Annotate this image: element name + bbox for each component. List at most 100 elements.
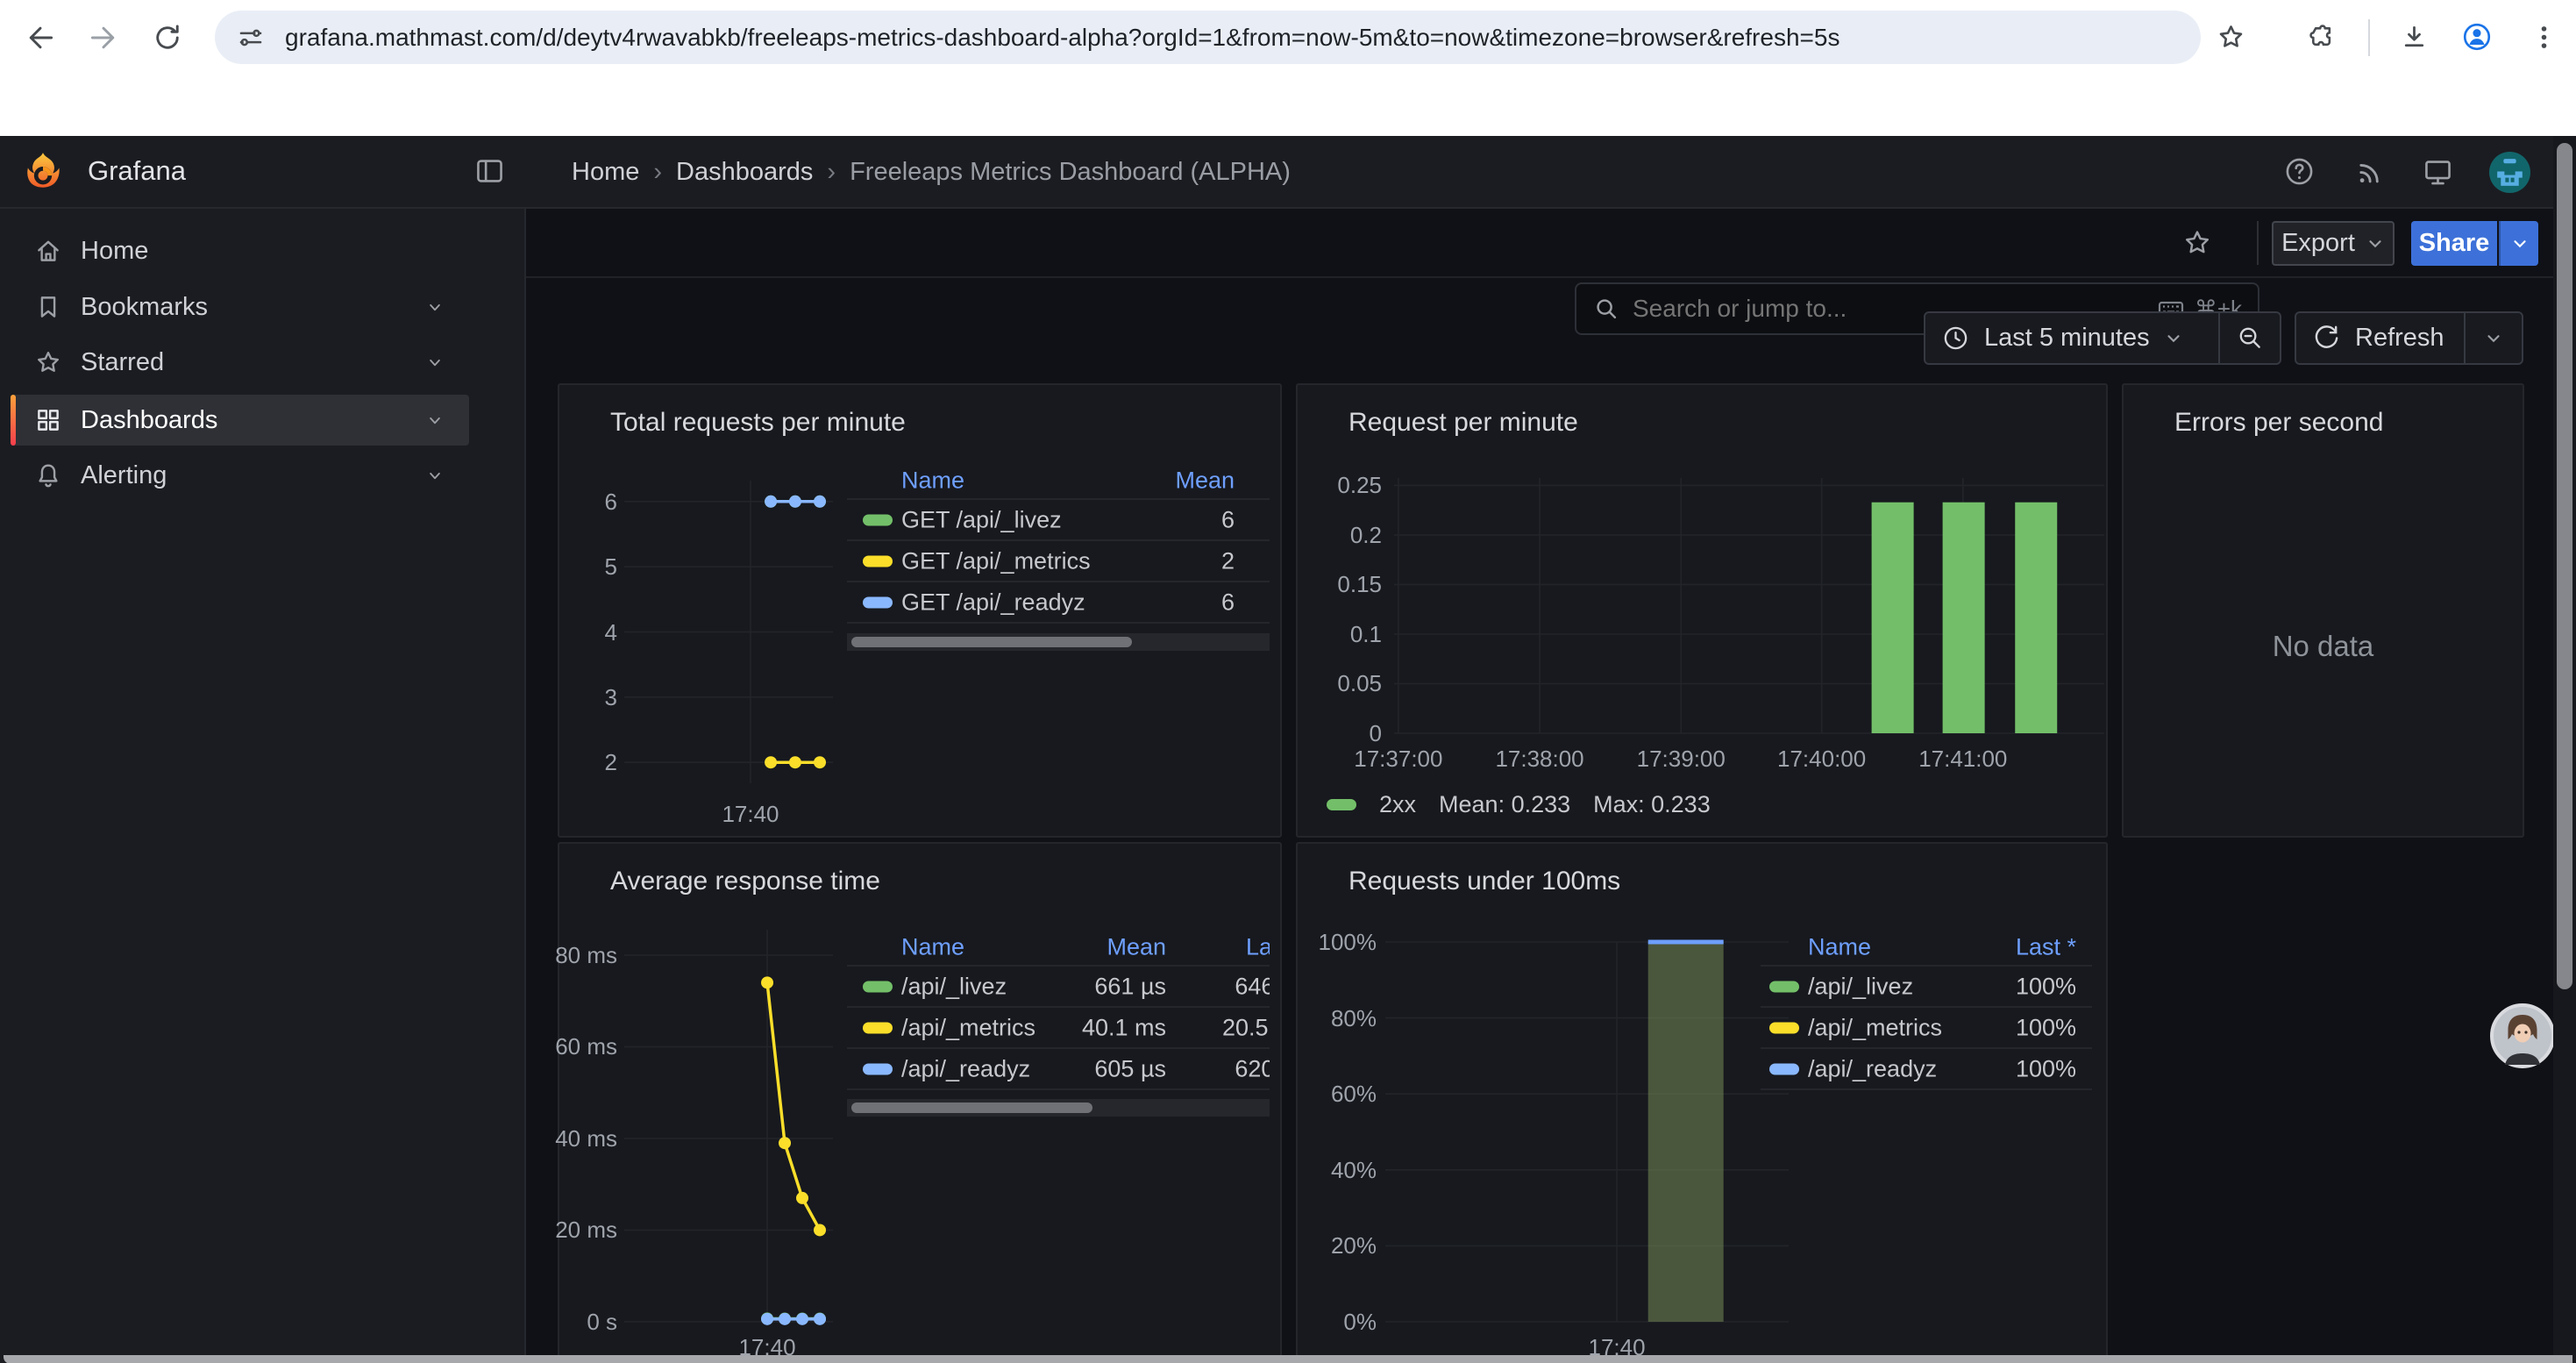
x-tick-label: 17:41:00 [1875,746,2051,773]
y-tick-label: 2 [477,749,617,776]
legend-cell-last: 20.5 ms [1149,1014,1270,1041]
chart-p5 [1385,942,1789,1322]
y-tick-label: 60 ms [477,1033,617,1060]
legend-cell-name: /api/_livez [901,973,1007,1000]
chart-p4 [624,930,833,1326]
bar [1648,942,1724,1322]
legend-cell-mean: 661 µs [1008,973,1166,1000]
legend-cell-name: GET /api/_metrics [901,547,1091,574]
y-tick-label: 0.05 [1242,670,1382,697]
legend-series-label: 2xx [1379,791,1416,818]
legend-row[interactable]: GET /api/_metrics2 [847,541,1270,582]
legend-row[interactable]: GET /api/_readyz6 [847,582,1270,624]
legend-cell-mean: 2 [1077,547,1235,574]
legend-cell-name: /api/_livez [1808,973,1913,1000]
data-point [761,976,773,988]
bar [2015,503,2057,733]
data-point [765,756,777,768]
legend-cell-name: GET /api/_readyz [901,589,1085,616]
floating-assistant-avatar[interactable] [2490,1003,2555,1068]
data-point [796,1313,808,1325]
legend-row[interactable]: /api/_metrics100% [1761,1008,2092,1049]
series-color-chip [1769,1063,1799,1074]
y-tick-label: 0 s [477,1309,617,1336]
y-tick-label: 20% [1236,1232,1377,1260]
column-header[interactable]: Name [901,467,964,495]
legend-table-p5: NameLast */api/_livez100%/api/_metrics10… [1761,930,2092,1090]
legend-cell-last: 100% [1918,1055,2076,1082]
legend-row[interactable]: /api/_readyz605 µs620 µs [847,1049,1270,1090]
series-color-chip [1769,981,1799,992]
series-color-chip [863,1063,893,1074]
legend-max: Max: 0.233 [1593,791,1711,818]
legend-2xx[interactable]: 2xx Mean: 0.233 Max: 0.233 [1327,791,1711,818]
data-point [814,496,826,508]
legend-table-header: Name Last * [1761,930,2092,967]
legend-cell-mean: 40.1 ms [1008,1014,1166,1041]
bar [1872,503,1914,733]
data-point [789,496,801,508]
series-color-chip [863,514,893,525]
legend-table-header: Name MeanLast * [847,930,1270,967]
y-tick-label: 20 ms [477,1217,617,1244]
y-tick-label: 5 [477,553,617,581]
x-tick-label: 17:40 [663,801,838,828]
legend-cell-last: 100% [1918,973,2076,1000]
y-tick-label: 0% [1236,1309,1377,1336]
legend-cell-last: 620 µs [1149,1055,1270,1082]
legend-cell-mean: 6 [1077,506,1235,533]
y-tick-label: 40% [1236,1157,1377,1184]
legend-row[interactable]: /api/_livez100% [1761,967,2092,1008]
legend-scrollbar-thumb[interactable] [851,1103,1092,1113]
y-tick-label: 6 [477,489,617,516]
data-point [779,1137,791,1149]
bar [1943,503,1985,733]
series-color-chip [863,596,893,608]
legend-scrollbar-thumb[interactable] [851,637,1132,647]
legend-table-p4: Name MeanLast * /api/_livez661 µs646 µs/ap… [847,930,1270,1090]
data-point [814,1313,826,1325]
legend-table-p1: Name Mean GET /api/_livez 6 GET /api/_metric… [847,463,1270,624]
legend-cell-last: 646 µs [1149,973,1270,1000]
screen: grafana.mathmast.com/d/deytv4rwavabkb/fr… [0,0,2576,1363]
chart-p2 [1394,478,2104,733]
charts-overlay: 6543217:400.250.20.150.10.05017:37:0017:… [0,0,2576,1363]
legend-mean: Mean: 0.233 [1439,791,1570,818]
column-header[interactable]: Last * [1918,934,2076,961]
data-point [779,1313,791,1325]
legend-row[interactable]: /api/_metrics40.1 ms20.5 ms [847,1008,1270,1049]
legend-cell-mean: 6 [1077,589,1235,616]
y-tick-label: 3 [477,684,617,711]
data-point [789,756,801,768]
y-tick-label: 80 ms [477,942,617,969]
column-header[interactable]: Name [901,934,964,961]
series-color-chip [1769,1022,1799,1033]
chart-p1 [624,481,833,783]
data-point [761,1313,773,1325]
legend-row[interactable]: /api/_livez661 µs646 µs [847,967,1270,1008]
column-header[interactable]: Name [1808,934,1871,961]
legend-cell-mean: 605 µs [1008,1055,1166,1082]
data-point [765,496,777,508]
legend-row[interactable]: GET /api/_livez 6 [847,500,1270,541]
horizontal-scrollbar[interactable] [4,1355,2572,1363]
column-header[interactable]: Last * [1149,934,1270,961]
legend-table-header: Name Mean [847,463,1270,500]
column-header[interactable]: Mean [1077,467,1235,495]
data-point [796,1192,808,1204]
y-tick-label: 40 ms [477,1125,617,1152]
legend-row[interactable]: /api/_readyz100% [1761,1049,2092,1090]
series-color-chip [863,981,893,992]
vertical-scrollbar-thumb[interactable] [2557,143,2572,989]
y-tick-label: 0 [1242,720,1382,747]
legend-cell-name: GET /api/_livez [901,506,1062,533]
series-line [767,982,820,1230]
legend-cell-last: 100% [1918,1014,2076,1041]
series-color-chip [1327,799,1356,810]
y-tick-label: 4 [477,619,617,646]
data-point [814,756,826,768]
data-point [814,1224,826,1236]
series-color-chip [863,555,893,567]
column-header[interactable]: Mean [1008,934,1166,961]
series-color-chip [863,1022,893,1033]
